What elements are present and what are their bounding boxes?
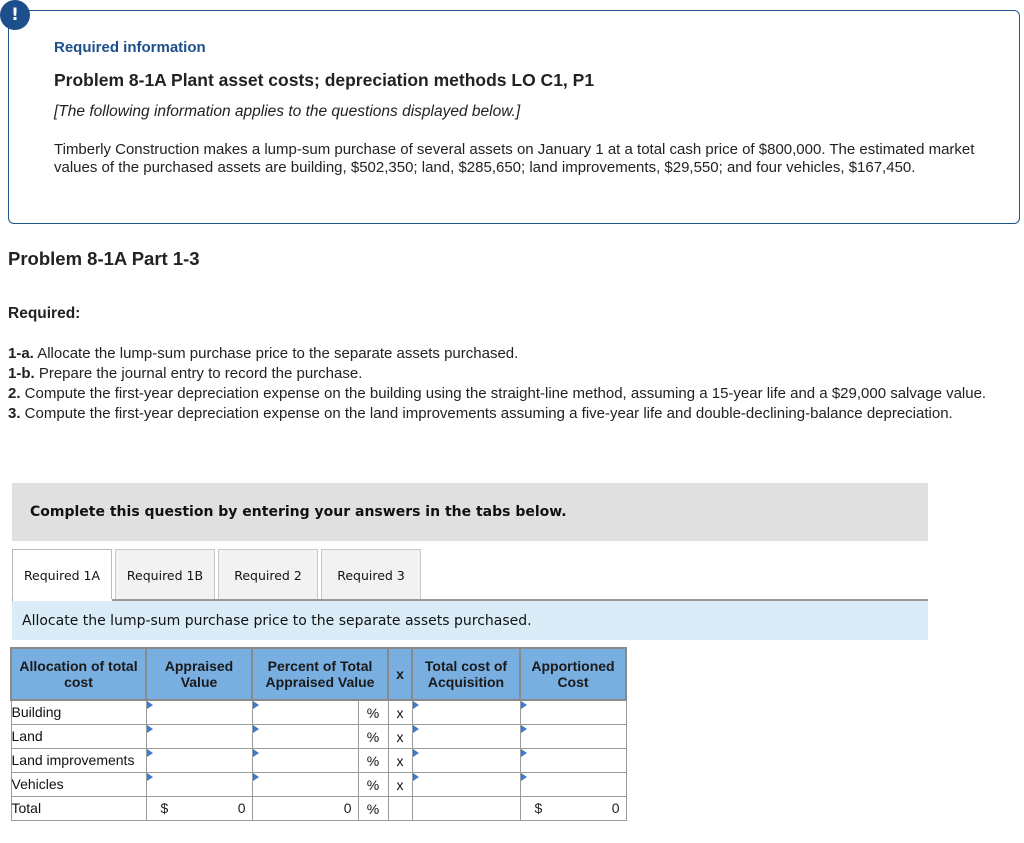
percent-input[interactable] — [251, 699, 359, 725]
currency-symbol: $ — [160, 800, 169, 816]
requirement-item: 1-b. Prepare the journal entry to record… — [8, 364, 1018, 384]
times-sign: x — [387, 748, 413, 773]
header-apportioned-cost: Apportioned Cost — [519, 647, 627, 701]
requirement-item: 2. Compute the first-year depreciation e… — [8, 384, 1018, 404]
row-label: Land — [10, 724, 147, 749]
input-flag-icon — [412, 773, 419, 781]
required-information-heading: Required information — [54, 39, 206, 56]
input-flag-icon — [146, 749, 153, 757]
table-row: Vehicles % x — [10, 772, 627, 797]
input-flag-icon — [520, 725, 527, 733]
total-row: Total $0 0 % $0 — [10, 796, 627, 821]
percent-input[interactable] — [251, 748, 359, 773]
total-cost-input[interactable] — [411, 699, 521, 725]
percent-input[interactable] — [251, 724, 359, 749]
input-flag-icon — [412, 749, 419, 757]
row-label: Vehicles — [10, 772, 147, 797]
percent-sign: % — [357, 724, 389, 749]
table-row: Land improvements % x — [10, 748, 627, 773]
requirement-text: Compute the first-year depreciation expe… — [20, 405, 953, 422]
apportioned-cost-input[interactable] — [519, 748, 627, 773]
header-total-cost: Total cost of Acquisition — [411, 647, 521, 701]
input-flag-icon — [252, 701, 259, 709]
input-flag-icon — [252, 725, 259, 733]
appraised-value-input[interactable] — [145, 699, 253, 725]
tab-required-1a[interactable]: Required 1A — [12, 549, 112, 601]
total-percent: 0 — [251, 796, 359, 821]
times-sign: x — [387, 699, 413, 725]
times-sign: x — [387, 772, 413, 797]
header-appraised-value: Appraised Value — [145, 647, 253, 701]
header-percent: Percent of Total Appraised Value — [251, 647, 389, 701]
table-row: Land % x — [10, 724, 627, 749]
total-label: Total — [10, 796, 147, 821]
input-flag-icon — [520, 701, 527, 709]
total-cost-input[interactable] — [411, 724, 521, 749]
empty-times-cell — [387, 796, 413, 821]
requirement-number: 1-b. — [8, 365, 35, 382]
input-flag-icon — [146, 725, 153, 733]
total-appraised-amount: 0 — [237, 800, 246, 816]
input-flag-icon — [252, 749, 259, 757]
input-flag-icon — [520, 749, 527, 757]
input-flag-icon — [146, 701, 153, 709]
input-flag-icon — [146, 773, 153, 781]
requirement-number: 3. — [8, 405, 21, 422]
problem-title: Problem 8-1A Plant asset costs; deprecia… — [54, 70, 595, 90]
requirement-text: Allocate the lump-sum purchase price to … — [33, 345, 519, 362]
requirement-item: 1-a. Allocate the lump-sum purchase pric… — [8, 344, 1018, 364]
appraised-value-input[interactable] — [145, 748, 253, 773]
input-flag-icon — [520, 773, 527, 781]
empty-total-cost-cell — [411, 796, 521, 821]
requirement-number: 2. — [8, 385, 21, 402]
total-percent-amount: 0 — [343, 800, 352, 816]
applies-note: [The following information applies to th… — [54, 103, 521, 120]
row-label: Land improvements — [10, 748, 147, 773]
input-flag-icon — [252, 773, 259, 781]
requirement-number: 1-a. — [8, 345, 34, 362]
exclamation-icon: ! — [0, 0, 30, 30]
requirements-list: 1-a. Allocate the lump-sum purchase pric… — [8, 344, 1018, 424]
tab-bar: Required 1A Required 1B Required 2 Requi… — [12, 549, 424, 601]
apportioned-cost-input[interactable] — [519, 699, 627, 725]
percent-sign: % — [357, 772, 389, 797]
requirement-item: 3. Compute the first-year depreciation e… — [8, 404, 1018, 424]
total-cost-input[interactable] — [411, 772, 521, 797]
requirement-text: Prepare the journal entry to record the … — [34, 365, 363, 382]
required-label: Required: — [8, 305, 81, 322]
tab-required-1b[interactable]: Required 1B — [115, 549, 215, 600]
times-sign: x — [387, 724, 413, 749]
total-apportioned-amount: 0 — [611, 800, 620, 816]
apportioned-cost-input[interactable] — [519, 772, 627, 797]
percent-sign: % — [357, 699, 389, 725]
tab-required-3[interactable]: Required 3 — [321, 549, 421, 600]
allocation-table: Allocation of total cost Appraised Value… — [10, 647, 627, 821]
instruction-bar: Complete this question by entering your … — [12, 483, 928, 541]
total-cost-input[interactable] — [411, 748, 521, 773]
input-flag-icon — [412, 725, 419, 733]
total-apportioned-cost: $0 — [519, 796, 627, 821]
scenario-text: Timberly Construction makes a lump-sum p… — [54, 141, 975, 176]
header-times: x — [387, 647, 413, 701]
percent-input[interactable] — [251, 772, 359, 797]
input-flag-icon — [412, 701, 419, 709]
part-title: Problem 8-1A Part 1-3 — [8, 248, 200, 269]
percent-sign: % — [357, 748, 389, 773]
total-appraised-value: $0 — [145, 796, 253, 821]
header-allocation: Allocation of total cost — [10, 647, 147, 701]
percent-sign: % — [357, 796, 389, 821]
appraised-value-input[interactable] — [145, 772, 253, 797]
tab-prompt: Allocate the lump-sum purchase price to … — [12, 601, 928, 640]
table-row: Building % x — [10, 699, 627, 725]
appraised-value-input[interactable] — [145, 724, 253, 749]
row-label: Building — [10, 699, 147, 725]
tab-required-2[interactable]: Required 2 — [218, 549, 318, 600]
currency-symbol: $ — [534, 800, 543, 816]
apportioned-cost-input[interactable] — [519, 724, 627, 749]
requirement-text: Compute the first-year depreciation expe… — [20, 385, 987, 402]
